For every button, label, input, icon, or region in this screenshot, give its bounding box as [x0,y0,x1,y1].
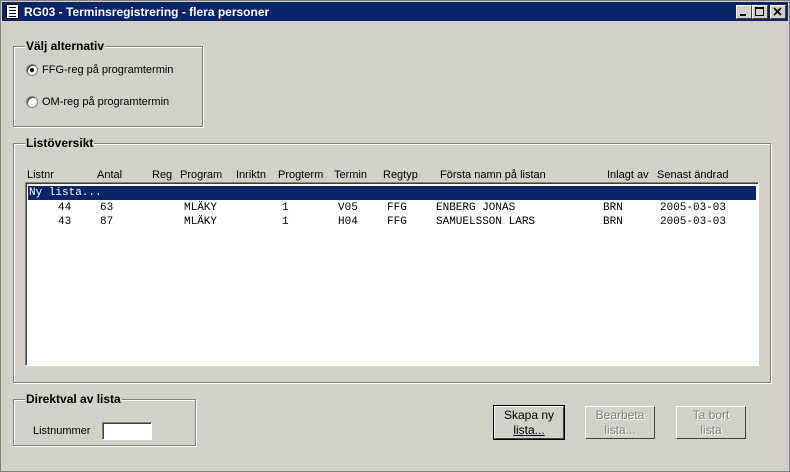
edit-list-button[interactable]: Bearbeta lista... [585,406,655,439]
list-overview-listbox[interactable]: Ny lista... 44 63 MLÄKY 1 V05 FFG ENBERG… [25,182,759,366]
list-row-new[interactable]: Ny lista... [28,186,756,200]
column-header-termin[interactable]: Termin [334,169,367,181]
overview-legend: Listöversikt [25,136,95,150]
cell-listnr: 43 [58,216,72,228]
close-button[interactable] [770,5,786,19]
cell-regtyp: FFG [387,216,407,228]
cell-antal: 63 [100,202,114,214]
application-window: RG03 - Terminsregistrering - flera perso… [0,0,790,472]
title-bar[interactable]: RG03 - Terminsregistrering - flera perso… [2,2,788,21]
radio-label: FFG-reg på programtermin [42,64,174,76]
create-list-label-line1: Skapa ny [503,408,555,422]
alternatives-group [13,46,203,127]
cell-senast-andrad: 2005-03-03 [660,216,727,228]
app-document-icon [6,4,19,19]
radio-om-reg[interactable]: OM-reg på programtermin [26,96,169,108]
alternatives-legend: Välj alternativ [25,39,106,53]
cell-regtyp: FFG [387,202,407,214]
column-header-listnr[interactable]: Listnr [27,169,54,181]
radio-indicator-checked[interactable] [26,64,38,76]
maximize-button[interactable] [752,5,768,19]
radio-indicator-unchecked[interactable] [26,96,38,108]
create-list-label-line2: lista... [513,423,545,437]
column-header-antal[interactable]: Antal [97,169,122,181]
table-row[interactable]: 44 63 MLÄKY 1 V05 FFG ENBERG JONAS BRN 2… [28,201,756,215]
direct-select-legend: Direktval av lista [25,392,122,406]
cell-inlagt-av: BRN [603,202,623,214]
cell-forsta-namn: ENBERG JONAS [436,202,516,214]
delete-list-label-line1: Ta bort [692,408,730,422]
column-header-program[interactable]: Program [180,169,222,181]
cell-listnr: 44 [58,202,72,214]
delete-list-label-line2: lista [700,423,722,437]
create-list-button[interactable]: Skapa ny lista... [493,405,565,440]
cell-progterm: 1 [282,202,289,214]
cell-antal: 87 [100,216,114,228]
cell-progterm: 1 [282,216,289,228]
table-row[interactable]: 43 87 MLÄKY 1 H04 FFG SAMUELSSON LARS BR… [28,215,756,229]
cell-forsta-namn: SAMUELSSON LARS [436,216,536,228]
cell-termin: V05 [338,202,358,214]
maximize-icon [755,7,764,16]
cell-inlagt-av: BRN [603,216,623,228]
window-title: RG03 - Terminsregistrering - flera perso… [24,5,270,19]
minimize-icon [740,14,746,16]
minimize-button[interactable] [736,5,752,19]
column-header-reg[interactable]: Reg [152,169,172,181]
column-header-senast-andrad[interactable]: Senast ändrad [657,169,729,181]
radio-ffg-reg[interactable]: FFG-reg på programtermin [26,64,173,76]
column-header-inlagt-av[interactable]: Inlagt av [607,169,649,181]
cell-termin: H04 [338,216,358,228]
edit-list-label-line2: lista... [604,423,636,437]
column-header-inriktn[interactable]: Inriktn [236,169,266,181]
close-icon [773,7,782,16]
column-header-forsta-namn[interactable]: Första namn på listan [440,169,546,181]
cell-program: MLÄKY [184,216,218,228]
column-header-regtyp[interactable]: Regtyp [383,169,418,181]
column-header-progterm[interactable]: Progterm [278,169,323,181]
delete-list-button[interactable]: Ta bort lista [676,406,746,439]
cell-program: MLÄKY [184,202,218,214]
listnummer-label: Listnummer [33,425,91,437]
edit-list-label-line1: Bearbeta [595,408,645,422]
cell-senast-andrad: 2005-03-03 [660,202,727,214]
radio-label: OM-reg på programtermin [42,96,170,108]
listnummer-input[interactable] [102,422,152,440]
new-list-label: Ny lista... [29,187,102,199]
